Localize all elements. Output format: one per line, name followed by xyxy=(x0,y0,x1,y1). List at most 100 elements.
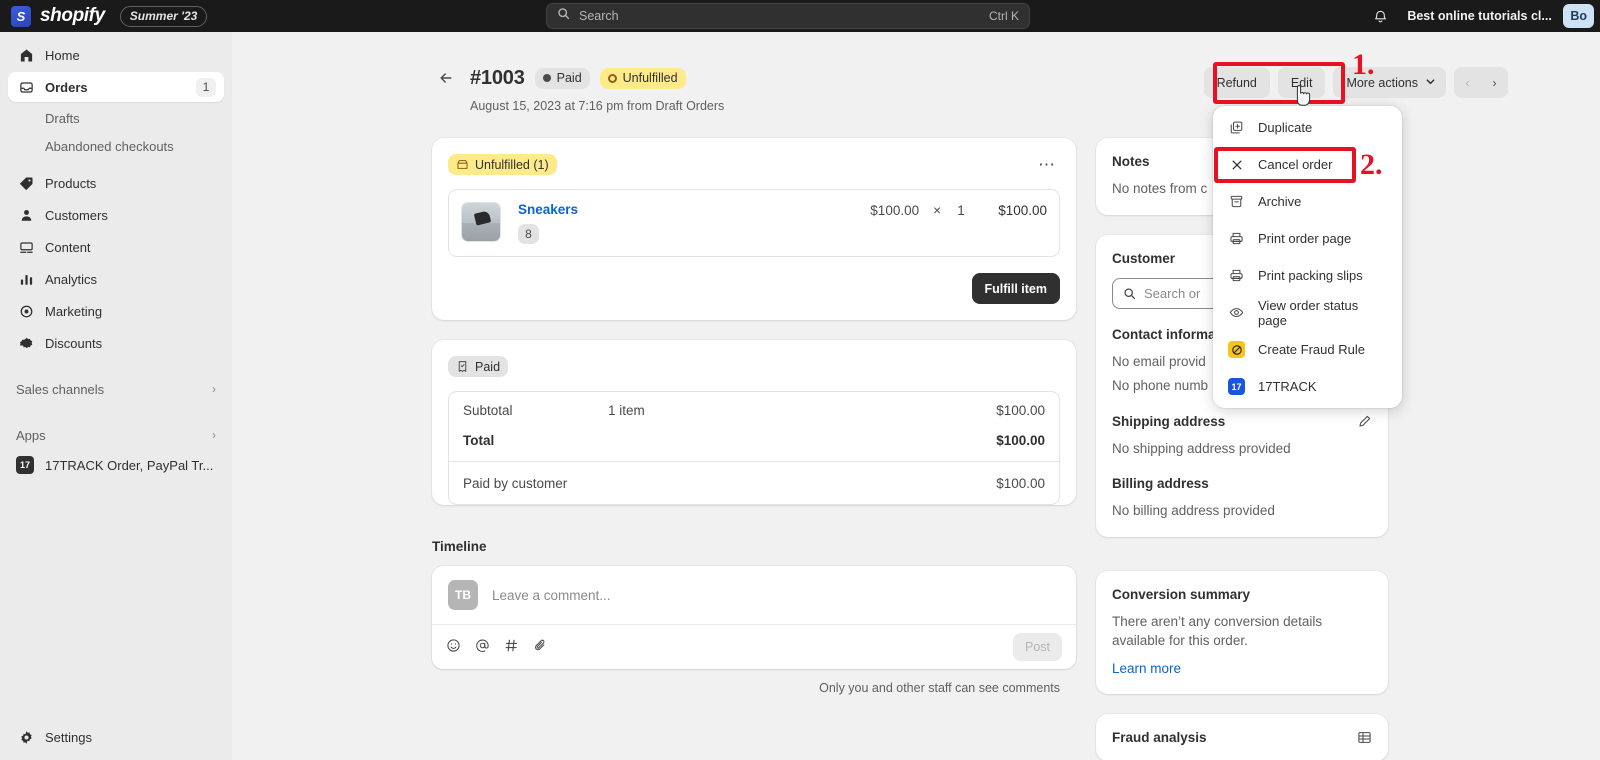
settings-label: Settings xyxy=(45,729,92,745)
menu-item-create-fraud-rule[interactable]: Create Fraud Rule xyxy=(1219,334,1396,365)
paid-badge-label: Paid xyxy=(475,359,501,374)
emoji-icon[interactable] xyxy=(446,638,461,657)
timeline-section: Timeline TB Leave a comment... Post Only… xyxy=(432,539,1076,695)
quantity: 1 xyxy=(957,203,965,218)
fulfill-item-button[interactable]: Fulfill item xyxy=(971,273,1060,304)
shopify-brand[interactable]: S shopify Summer '23 xyxy=(0,5,208,27)
menu-item-print-packing-slips[interactable]: Print packing slips xyxy=(1219,260,1396,291)
post-comment-button[interactable]: Post xyxy=(1012,633,1062,661)
search-icon xyxy=(557,7,570,25)
fulfillment-card: Unfulfilled (1) ⋯ Sneakers 8 $100.00 × 1… xyxy=(432,138,1076,320)
line-item-row: Sneakers 8 $100.00 × 1 $100.00 xyxy=(448,189,1060,257)
home-icon xyxy=(16,48,36,63)
person-icon xyxy=(16,208,36,223)
paid-by-customer-label: Paid by customer xyxy=(463,475,568,491)
payment-card: Paid Subtotal 1 item $100.00 Total $100. xyxy=(432,340,1076,505)
left-column: Unfulfilled (1) ⋯ Sneakers 8 $100.00 × 1… xyxy=(432,138,1076,760)
package-icon xyxy=(456,158,469,171)
comment-box: TB Leave a comment... Post xyxy=(432,566,1076,669)
order-pager[interactable]: ‹ › xyxy=(1454,67,1508,98)
more-actions-button[interactable]: More actions xyxy=(1333,67,1446,98)
sidebar-item-customers[interactable]: Customers xyxy=(8,200,224,230)
sales-channels-label: Sales channels xyxy=(16,381,105,397)
conversion-summary-body: There aren’t any conversion details avai… xyxy=(1112,613,1323,649)
product-name-link[interactable]: Sneakers xyxy=(518,202,870,217)
menu-label-cancel-order: Cancel order xyxy=(1258,157,1333,172)
menu-label-view-order-status-page: View order status page xyxy=(1258,297,1359,328)
sidebar-item-products[interactable]: Products xyxy=(8,168,224,198)
sidebar-label-marketing: Marketing xyxy=(45,303,103,319)
list-icon[interactable] xyxy=(1357,730,1372,745)
shopify-admin-order-page: S shopify Summer '23 Ctrl K Best online … xyxy=(0,0,1600,760)
previous-order-button[interactable]: ‹ xyxy=(1454,67,1481,98)
back-button[interactable] xyxy=(432,64,460,92)
hashtag-icon[interactable] xyxy=(504,638,519,657)
printer-icon xyxy=(1227,231,1246,246)
sidebar-item-17track-app[interactable]: 17 17TRACK Order, PayPal Tr... xyxy=(8,450,224,480)
global-search[interactable]: Ctrl K xyxy=(546,3,1030,29)
pencil-icon[interactable] xyxy=(1357,414,1372,429)
subtotal-label: Subtotal xyxy=(463,402,513,418)
sidebar-item-marketing[interactable]: Marketing xyxy=(8,296,224,326)
menu-item-view-order-status-page[interactable]: View order status page xyxy=(1219,297,1396,328)
shipping-address-body: No shipping address provided xyxy=(1112,440,1291,456)
multiply-symbol: × xyxy=(933,203,941,218)
mention-icon[interactable] xyxy=(475,638,490,657)
printer-icon xyxy=(1227,268,1246,283)
next-order-button[interactable]: › xyxy=(1481,67,1508,98)
learn-more-link[interactable]: Learn more xyxy=(1112,661,1181,676)
total-label: Total xyxy=(463,432,495,448)
comment-input[interactable] xyxy=(492,587,1060,603)
annotation-step-1: 1. xyxy=(1352,48,1375,81)
chevron-down-icon xyxy=(1425,76,1436,90)
refund-button[interactable]: Refund xyxy=(1203,67,1270,98)
menu-item-17track[interactable]: 17 17TRACK xyxy=(1219,371,1396,402)
gear-icon xyxy=(16,730,36,745)
notifications-button[interactable] xyxy=(1365,4,1395,28)
discount-icon xyxy=(16,336,36,351)
17track-icon: 17 xyxy=(16,456,34,474)
store-name-chip[interactable]: Best online tutorials cl... xyxy=(1399,4,1559,28)
divider xyxy=(449,461,1059,462)
sidebar: Home Orders 1 Drafts Abandoned checkouts… xyxy=(0,32,232,760)
sidebar-item-orders[interactable]: Orders 1 xyxy=(8,72,224,102)
sidebar-item-analytics[interactable]: Analytics xyxy=(8,264,224,294)
sidebar-label-content: Customers xyxy=(45,207,108,223)
user-avatar[interactable]: Bo xyxy=(1563,4,1594,28)
apps-label: Apps xyxy=(16,427,46,443)
sidebar-item-content[interactable]: Content xyxy=(8,232,224,262)
sidebar-label-analytics: Analytics xyxy=(45,271,98,287)
menu-label-archive: Archive xyxy=(1258,194,1302,209)
menu-label-create-fraud-rule: Create Fraud Rule xyxy=(1258,342,1365,357)
shopify-wordmark: shopify xyxy=(40,5,105,26)
payment-badge-label: Paid xyxy=(556,71,582,85)
edit-button[interactable]: Edit xyxy=(1277,67,1326,98)
sidebar-item-abandoned-checkouts[interactable]: Abandoned checkouts xyxy=(8,132,224,160)
duplicate-icon xyxy=(1227,120,1246,135)
close-icon xyxy=(1227,158,1246,172)
sidebar-group-apps[interactable]: Apps › 17 17TRACK Order, PayPal Tr... xyxy=(8,420,224,480)
logo-mark-letter: S xyxy=(16,8,26,24)
bars-icon xyxy=(16,272,36,287)
fulfillment-more-icon[interactable]: ⋯ xyxy=(1034,155,1060,175)
table-row: Total $100.00 xyxy=(463,425,1045,455)
sidebar-item-drafts[interactable]: Drafts xyxy=(8,104,224,132)
fulfillment-badge-label: Unfulfilled xyxy=(622,71,678,85)
unfulfilled-badge-label: Unfulfilled (1) xyxy=(475,157,549,172)
sidebar-item-settings[interactable]: Settings xyxy=(8,722,224,752)
menu-item-print-order-page[interactable]: Print order page xyxy=(1219,223,1396,254)
fraud-analysis-card: Fraud analysis xyxy=(1096,713,1388,760)
search-icon xyxy=(1123,287,1136,300)
search-input[interactable] xyxy=(570,9,989,23)
attachment-icon[interactable] xyxy=(533,638,548,657)
sidebar-group-sales-channels[interactable]: Sales channels › xyxy=(8,374,224,404)
menu-item-archive[interactable]: Archive xyxy=(1219,186,1396,217)
sidebar-item-home[interactable]: Home xyxy=(8,40,224,70)
status-badge-payment: Paid xyxy=(534,67,590,89)
menu-item-duplicate[interactable]: Duplicate xyxy=(1219,112,1396,143)
menu-label-print-order-page: Print order page xyxy=(1258,231,1352,246)
sidebar-label-products: Products xyxy=(45,175,97,191)
sidebar-item-discounts[interactable]: Discounts xyxy=(8,328,224,358)
line-total: $100.00 xyxy=(998,203,1047,218)
product-sku-badge: 8 xyxy=(518,224,539,244)
